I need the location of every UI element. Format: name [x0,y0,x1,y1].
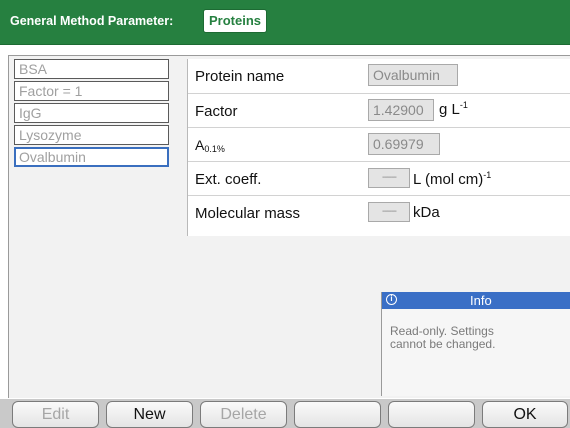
button-bar: Edit New Delete OK [0,399,570,428]
edit-button[interactable]: Edit [12,401,99,428]
info-box: i Info Read-only. Settings cannot be cha… [381,292,570,396]
a01-label: A0.1% [195,137,225,154]
protein-item-bsa[interactable]: BSA [14,59,169,79]
factor-value: 1.42900 [368,99,434,121]
protein-item-ovalbumin[interactable]: Ovalbumin [14,147,169,167]
new-button[interactable]: New [106,401,193,428]
protein-list: BSA Factor = 1 IgG Lysozyme Ovalbumin [14,59,174,169]
tab-proteins[interactable]: Proteins [203,9,268,33]
ext-coeff-label: Ext. coeff. [195,171,262,188]
blank-button-1[interactable] [294,401,381,428]
ext-coeff-unit: L (mol cm)-1 [413,170,492,188]
info-title-bar: i Info [382,292,570,309]
row-molecular-mass: Molecular mass ------ kDa [188,195,570,230]
factor-label: Factor [195,103,238,120]
blank-button-2[interactable] [388,401,475,428]
ok-button[interactable]: OK [482,401,568,428]
header-bar: General Method Parameter: Proteins [0,0,570,45]
protein-item-factor-1[interactable]: Factor = 1 [14,81,169,101]
a01-value: 0.69979 [368,133,440,155]
protein-item-igg[interactable]: IgG [14,103,169,123]
row-protein-name: Protein name Ovalbumin [188,59,570,93]
delete-button[interactable]: Delete [200,401,287,428]
row-a01: A0.1% 0.69979 [188,127,570,162]
protein-item-lysozyme[interactable]: Lysozyme [14,125,169,145]
row-ext-coeff: Ext. coeff. ------ L (mol cm)-1 [188,161,570,196]
protein-name-label: Protein name [195,68,285,85]
protein-details: Protein name Ovalbumin Factor 1.42900 g … [187,59,570,236]
protein-name-value: Ovalbumin [368,64,458,86]
ext-coeff-value: ------ [368,168,410,188]
factor-unit: g L-1 [439,100,468,118]
info-icon: i [386,294,397,305]
molecular-mass-value: ------ [368,202,410,222]
molecular-mass-unit: kDa [413,204,440,221]
info-title: Info [470,293,492,308]
molecular-mass-label: Molecular mass [195,205,301,222]
header-title: General Method Parameter: [10,14,174,28]
row-factor: Factor 1.42900 g L-1 [188,93,570,128]
info-text: Read-only. Settings cannot be changed. [390,324,496,351]
